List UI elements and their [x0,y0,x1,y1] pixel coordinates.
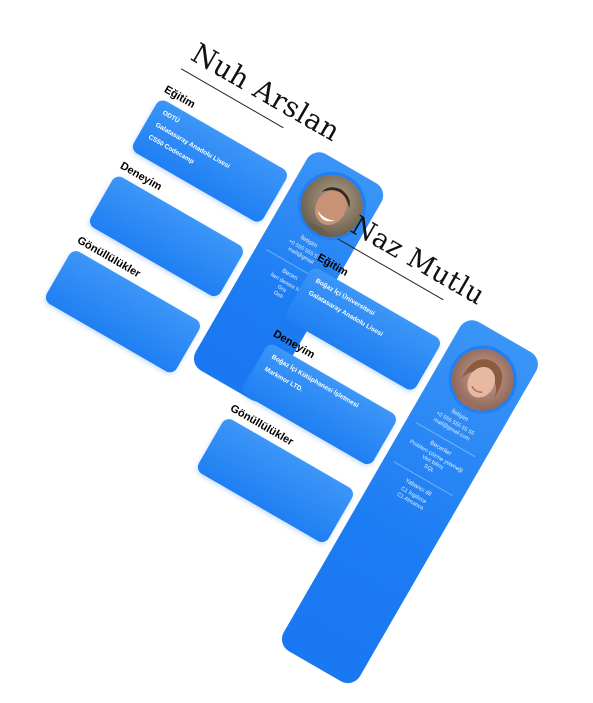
education-item: Boğaz İçi Üniversitesi [314,277,376,318]
education-item: Galatasaray Anadolu Lisesi [154,121,231,171]
experience-item: Markmor LTD. [263,365,305,394]
education-item: ODTÜ [161,109,181,125]
education-item: Galatasaray Anadolu Lisesi [307,289,384,339]
education-item: CS50 Codecamp [147,133,196,166]
